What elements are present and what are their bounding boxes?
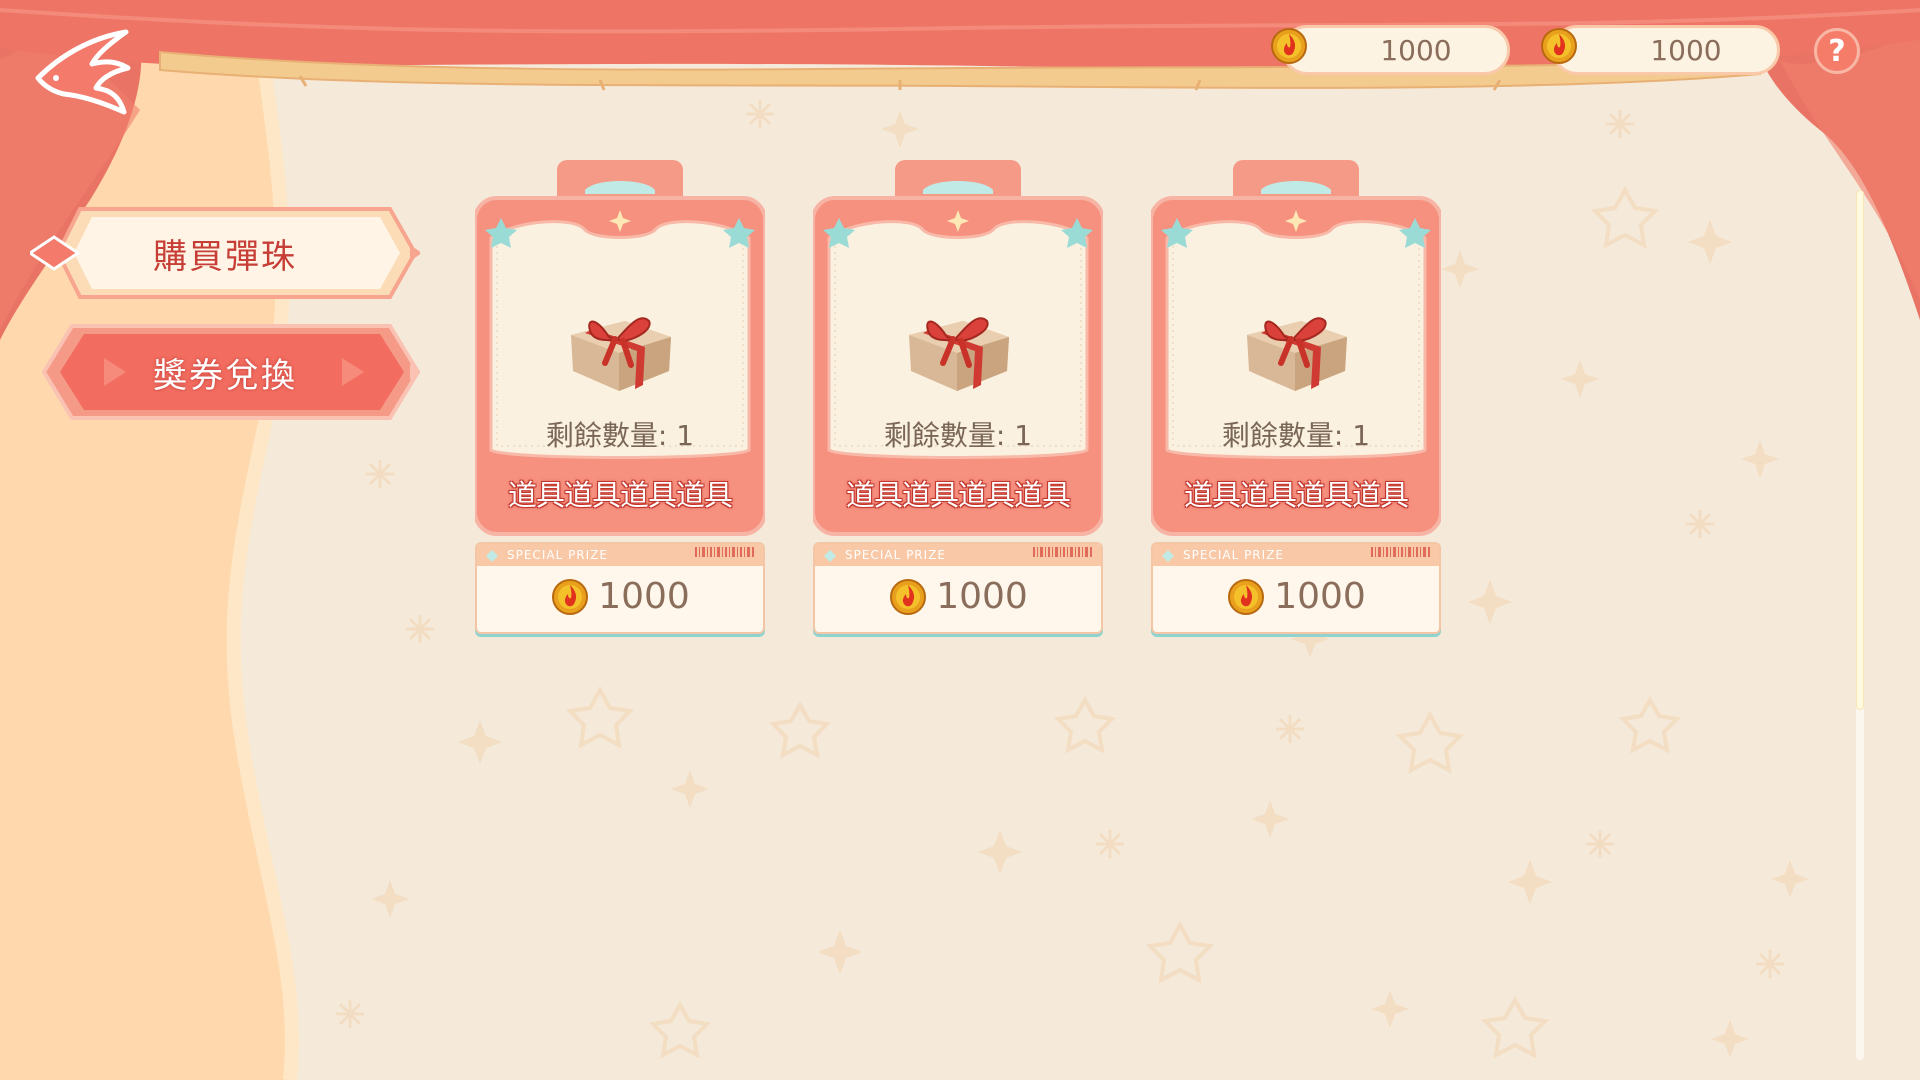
- currency-primary-value: 1000: [1380, 33, 1452, 67]
- scrollbar-thumb[interactable]: [1856, 190, 1864, 710]
- remaining-quantity: 剩餘數量: 1: [545, 419, 695, 452]
- price-ticket[interactable]: SPECIAL PRIZE 1000: [1151, 542, 1441, 634]
- item-name: 道具道具道具道具: [845, 478, 1071, 512]
- price-row: 1000: [1153, 576, 1439, 617]
- price-row: 1000: [477, 576, 763, 617]
- special-prize-label: SPECIAL PRIZE: [1183, 548, 1284, 562]
- remaining-quantity: 剩餘數量: 1: [1221, 419, 1371, 452]
- flame-coin-icon: [890, 578, 927, 615]
- diamond-icon: [1162, 550, 1174, 562]
- tab-voucher-exchange[interactable]: 獎券兌換: [30, 322, 420, 422]
- back-button[interactable]: [30, 26, 134, 124]
- help-button[interactable]: ?: [1814, 28, 1860, 74]
- special-prize-label: SPECIAL PRIZE: [507, 548, 608, 562]
- price-ticket[interactable]: SPECIAL PRIZE 1000: [813, 542, 1103, 634]
- diamond-icon: [486, 550, 498, 562]
- item-name: 道具道具道具道具: [1183, 478, 1409, 512]
- currency-pill-secondary: 1000: [1541, 25, 1780, 75]
- flame-coin-icon: [1271, 28, 1307, 64]
- special-prize-label: SPECIAL PRIZE: [845, 548, 946, 562]
- flame-coin-icon: [1228, 578, 1265, 615]
- prize-card-2[interactable]: 剩餘數量: 1 道具道具道具道具 SPECIAL PRIZE 1000: [813, 160, 1103, 635]
- prize-card-1[interactable]: 剩餘數量: 1 道具道具道具道具 SPECIAL PRIZE 1000: [475, 160, 765, 635]
- currency-secondary-value: 1000: [1650, 33, 1722, 67]
- flame-coin-icon: [552, 578, 589, 615]
- game-screen: 1000 1000 ? 購買彈珠 獎券兌換 剩餘數量: 1 道具道具道具道具 S…: [0, 0, 1920, 1080]
- remaining-quantity: 剩餘數量: 1: [883, 419, 1033, 452]
- price-row: 1000: [815, 576, 1101, 617]
- swallow-back-icon: [35, 29, 131, 115]
- price-value: 1000: [1274, 576, 1366, 617]
- prize-card-3[interactable]: 剩餘數量: 1 道具道具道具道具 SPECIAL PRIZE 1000: [1151, 160, 1441, 635]
- barcode-icon: [695, 547, 754, 557]
- help-icon: ?: [1828, 33, 1846, 69]
- item-name: 道具道具道具道具: [507, 478, 733, 512]
- price-ticket[interactable]: SPECIAL PRIZE 1000: [475, 542, 765, 634]
- price-value: 1000: [598, 576, 690, 617]
- currency-pill-primary: 1000: [1271, 25, 1510, 75]
- tab-buy-label: 購買彈珠: [153, 236, 297, 277]
- flame-coin-icon: [1541, 28, 1577, 64]
- price-value: 1000: [936, 576, 1028, 617]
- tab-voucher-label: 獎券兌換: [153, 355, 297, 396]
- scrollbar[interactable]: [1856, 190, 1864, 1060]
- barcode-icon: [1371, 547, 1430, 557]
- diamond-icon: [824, 550, 836, 562]
- barcode-icon: [1033, 547, 1092, 557]
- tab-buy-marbles[interactable]: 購買彈珠: [30, 203, 420, 303]
